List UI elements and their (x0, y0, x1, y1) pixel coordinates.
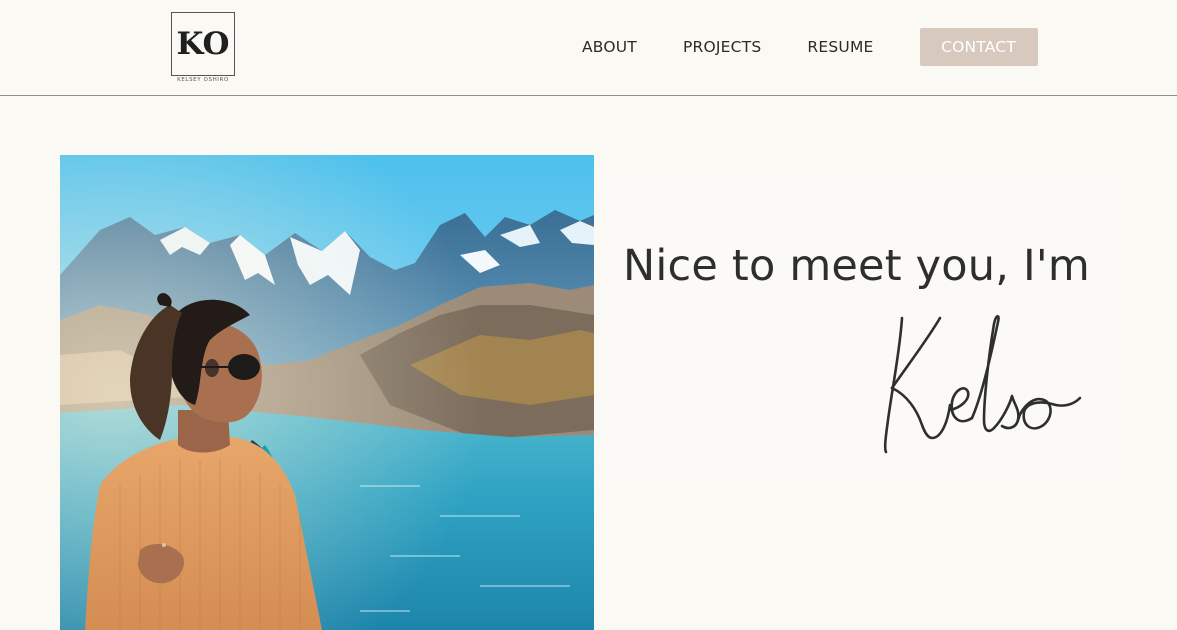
main-nav: ABOUT PROJECTS RESUME CONTACT (582, 28, 1038, 66)
hero-photo (60, 155, 594, 630)
page: KO KELSEY OSHIRO ABOUT PROJECTS RESUME C… (0, 0, 1177, 630)
nav-projects-link[interactable]: PROJECTS (683, 38, 761, 56)
site-logo[interactable]: KO KELSEY OSHIRO (171, 12, 235, 84)
hero-greeting: Nice to meet you, I'm (623, 241, 1090, 291)
logo-monogram-box: KO (171, 12, 235, 76)
site-header: KO KELSEY OSHIRO ABOUT PROJECTS RESUME C… (0, 0, 1177, 96)
nav-about-link[interactable]: ABOUT (582, 38, 637, 56)
signature-kelso (862, 300, 1092, 470)
logo-monogram: KO (176, 25, 230, 62)
contact-button[interactable]: CONTACT (919, 28, 1038, 66)
logo-subtitle: KELSEY OSHIRO (177, 77, 229, 83)
nav-resume-link[interactable]: RESUME (807, 38, 873, 56)
